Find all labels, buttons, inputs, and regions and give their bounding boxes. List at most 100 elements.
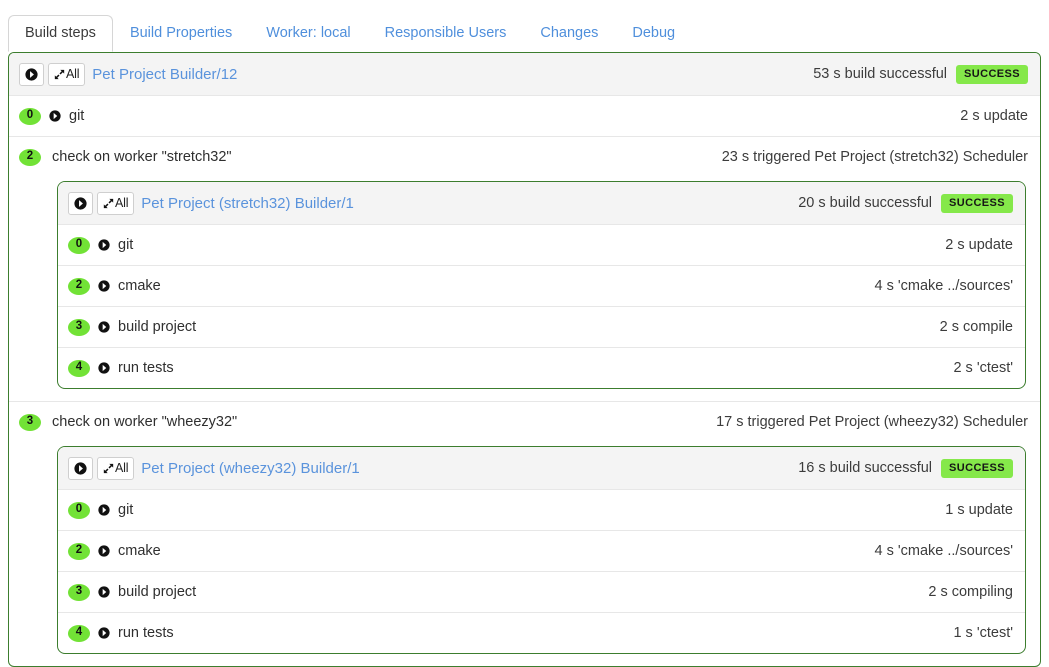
- build-step-row: 3 build project 2 s compile: [58, 306, 1025, 347]
- step-number-badge: 4: [68, 359, 90, 377]
- step-expand-icon[interactable]: [49, 110, 61, 122]
- go-to-build-button[interactable]: [19, 62, 44, 86]
- tab-build-properties[interactable]: Build Properties: [113, 15, 249, 53]
- step-duration-detail: 2 s compiling: [928, 584, 1013, 600]
- step-left: 0 git: [19, 107, 960, 125]
- build-header-row: All Pet Project (stretch32) Builder/1 20 s…: [58, 182, 1025, 224]
- step-name: check on worker "stretch32": [52, 149, 232, 165]
- build-duration-result: 16 s build successful: [798, 460, 933, 476]
- build-title-link[interactable]: Pet Project Builder/12: [92, 66, 237, 83]
- step-expand-icon[interactable]: [98, 504, 110, 516]
- step-number-badge: 3: [68, 318, 90, 336]
- step-left: 3 build project: [68, 318, 940, 336]
- step-duration-detail: 1 s 'ctest': [953, 625, 1013, 641]
- step-left: 4 run tests: [68, 624, 953, 642]
- build-step-row: 3 check on worker "wheezy32" 17 s triggere…: [9, 401, 1040, 442]
- tab-bar: Build steps Build Properties Worker: local…: [0, 0, 1049, 52]
- step-number-badge: 0: [68, 501, 90, 519]
- build-step-row: 2 check on worker "stretch32" 23 s trigger…: [9, 136, 1040, 177]
- tab-worker-local[interactable]: Worker: local: [249, 15, 367, 53]
- expand-arrows-icon: [103, 198, 114, 209]
- step-left: 4 run tests: [68, 359, 953, 377]
- status-badge: SUCCESS: [941, 458, 1013, 478]
- build-duration-result: 53 s build successful: [813, 66, 948, 82]
- build-step-row: 2 cmake 4 s 'cmake ../sources': [58, 530, 1025, 571]
- expand-arrows-icon: [103, 463, 114, 474]
- step-expand-icon[interactable]: [98, 362, 110, 374]
- step-status: 1 s 'ctest': [953, 625, 1013, 641]
- nested-build-container: All Pet Project (wheezy32) Builder/1 16 s …: [57, 446, 1026, 654]
- step-duration-detail: 2 s update: [960, 108, 1028, 124]
- step-number-badge: 3: [19, 413, 41, 431]
- step-expand-icon[interactable]: [98, 239, 110, 251]
- step-expand-icon[interactable]: [98, 627, 110, 639]
- expand-all-label: All: [66, 67, 80, 81]
- status-badge: SUCCESS: [941, 193, 1013, 213]
- step-name: git: [69, 108, 85, 124]
- tab-build-steps[interactable]: Build steps: [8, 14, 113, 52]
- build-header-buttons: All: [68, 191, 135, 215]
- step-name: cmake: [118, 543, 161, 559]
- step-expand-icon[interactable]: [98, 545, 110, 557]
- build-header-status: 16 s build successful SUCCESS: [798, 458, 1013, 478]
- step-left: 3 check on worker "wheezy32": [19, 413, 716, 431]
- build-step-row: 4 run tests 2 s 'ctest': [58, 347, 1025, 388]
- step-left: 2 cmake: [68, 542, 874, 560]
- step-left: 0 git: [68, 501, 945, 519]
- step-duration-detail: 2 s compile: [939, 319, 1013, 335]
- tab-changes[interactable]: Changes: [523, 15, 615, 53]
- build-header-left: All Pet Project (stretch32) Builder/1: [68, 191, 798, 215]
- build-step-row: 0 git 2 s update: [9, 95, 1040, 136]
- step-status: 4 s 'cmake ../sources': [874, 543, 1013, 559]
- tab-debug[interactable]: Debug: [615, 15, 692, 53]
- step-name: run tests: [118, 625, 174, 641]
- expand-all-label: All: [115, 196, 129, 210]
- build-step-row: 0 git 1 s update: [58, 489, 1025, 530]
- step-expand-icon[interactable]: [98, 586, 110, 598]
- step-number-badge: 0: [68, 236, 90, 254]
- step-status: 2 s 'ctest': [953, 360, 1013, 376]
- step-left: 2 check on worker "stretch32": [19, 148, 722, 166]
- build-title-link[interactable]: Pet Project (stretch32) Builder/1: [141, 195, 354, 212]
- step-duration-detail: 2 s 'ctest': [953, 360, 1013, 376]
- build-header-buttons: All: [19, 62, 86, 86]
- step-duration-detail: 2 s update: [945, 237, 1013, 253]
- step-name: git: [118, 237, 134, 253]
- expand-all-button[interactable]: All: [97, 191, 135, 215]
- step-duration-detail: 4 s 'cmake ../sources': [874, 278, 1013, 294]
- step-number-badge: 2: [68, 277, 90, 295]
- step-name: check on worker "wheezy32": [52, 414, 238, 430]
- tab-responsible-users[interactable]: Responsible Users: [368, 15, 524, 53]
- step-name: run tests: [118, 360, 174, 376]
- step-status: 17 s triggered Pet Project (wheezy32) Sc…: [716, 414, 1028, 430]
- step-duration-detail: 1 s update: [945, 502, 1013, 518]
- expand-all-button[interactable]: All: [48, 62, 86, 86]
- build-step-row: 3 build project 2 s compiling: [58, 571, 1025, 612]
- nested-build-wrapper: All Pet Project (wheezy32) Builder/1 16 s …: [9, 442, 1040, 654]
- step-number-badge: 0: [19, 107, 41, 125]
- nested-build-wrapper: All Pet Project (stretch32) Builder/1 20 s…: [9, 177, 1040, 389]
- circle-arrow-right-icon: [25, 67, 38, 81]
- build-step-row: 4 run tests 1 s 'ctest': [58, 612, 1025, 653]
- step-duration-detail: 17 s triggered Pet Project (wheezy32) Sc…: [716, 414, 1028, 430]
- build-header-status: 53 s build successful SUCCESS: [813, 64, 1028, 84]
- step-number-badge: 4: [68, 624, 90, 642]
- step-left: 3 build project: [68, 583, 928, 601]
- step-status: 1 s update: [945, 502, 1013, 518]
- step-status: 2 s compiling: [928, 584, 1013, 600]
- step-duration-detail: 23 s triggered Pet Project (stretch32) S…: [721, 149, 1028, 165]
- build-step-row: 0 git 2 s update: [58, 224, 1025, 265]
- step-name: build project: [118, 584, 197, 600]
- build-header-buttons: All: [68, 456, 135, 480]
- go-to-build-button[interactable]: [68, 456, 93, 480]
- build-title-link[interactable]: Pet Project (wheezy32) Builder/1: [141, 460, 359, 477]
- step-left: 0 git: [68, 236, 945, 254]
- step-name: git: [118, 502, 134, 518]
- step-expand-icon[interactable]: [98, 280, 110, 292]
- expand-all-button[interactable]: All: [97, 456, 135, 480]
- step-expand-icon[interactable]: [98, 321, 110, 333]
- step-number-badge: 2: [19, 148, 41, 166]
- expand-all-label: All: [115, 461, 129, 475]
- go-to-build-button[interactable]: [68, 191, 93, 215]
- build-container: All Pet Project Builder/12 53 s build succ…: [8, 52, 1041, 667]
